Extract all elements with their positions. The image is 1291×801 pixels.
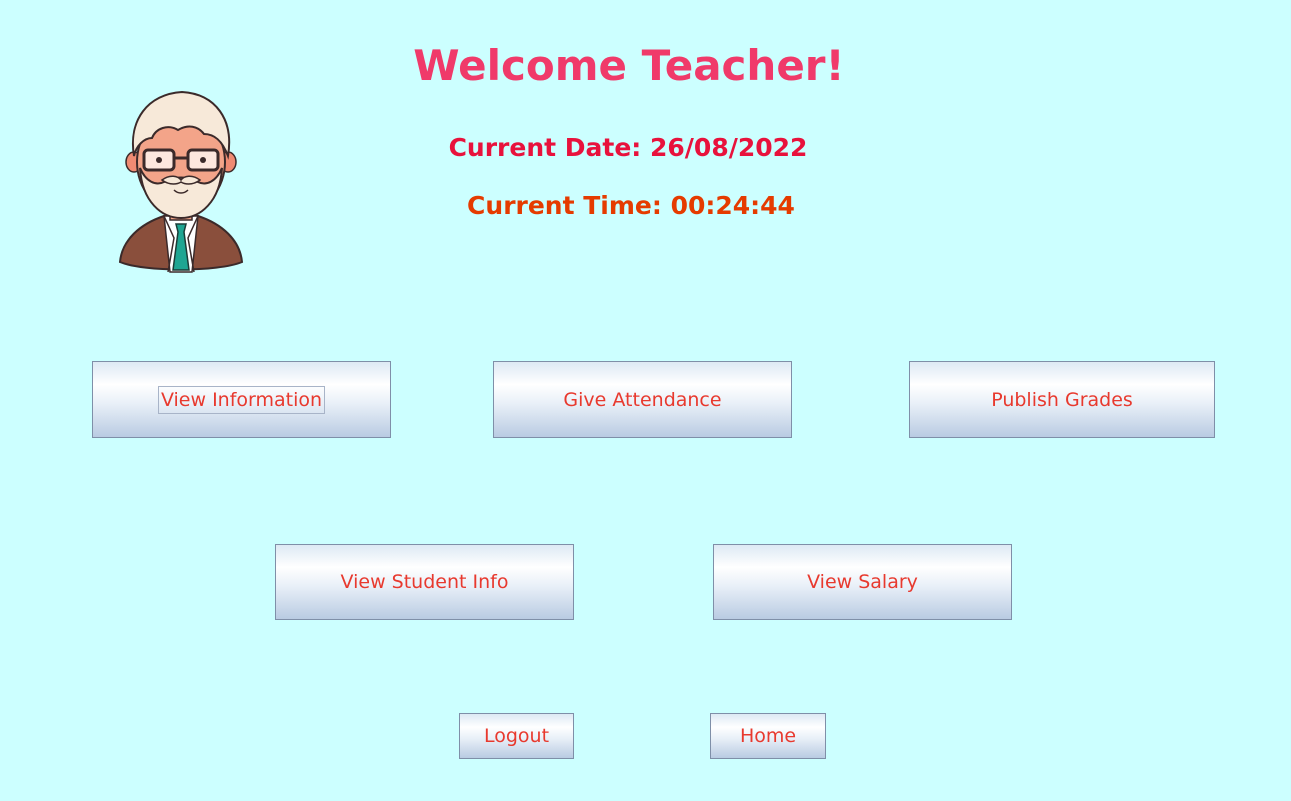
home-button[interactable]: Home: [710, 713, 826, 759]
give-attendance-button[interactable]: Give Attendance: [493, 361, 792, 438]
view-information-label: View Information: [157, 385, 326, 414]
view-student-info-button[interactable]: View Student Info: [275, 544, 574, 620]
logout-label: Logout: [483, 725, 550, 747]
teacher-avatar-icon: [118, 90, 244, 274]
view-information-button[interactable]: View Information: [92, 361, 391, 438]
page-title: Welcome Teacher!: [413, 41, 845, 90]
view-student-info-label: View Student Info: [340, 571, 509, 593]
view-salary-button[interactable]: View Salary: [713, 544, 1012, 620]
view-salary-label: View Salary: [807, 571, 918, 593]
give-attendance-label: Give Attendance: [563, 388, 722, 411]
logout-button[interactable]: Logout: [459, 713, 574, 759]
home-label: Home: [739, 725, 797, 747]
publish-grades-label: Publish Grades: [991, 388, 1133, 411]
publish-grades-button[interactable]: Publish Grades: [909, 361, 1215, 438]
